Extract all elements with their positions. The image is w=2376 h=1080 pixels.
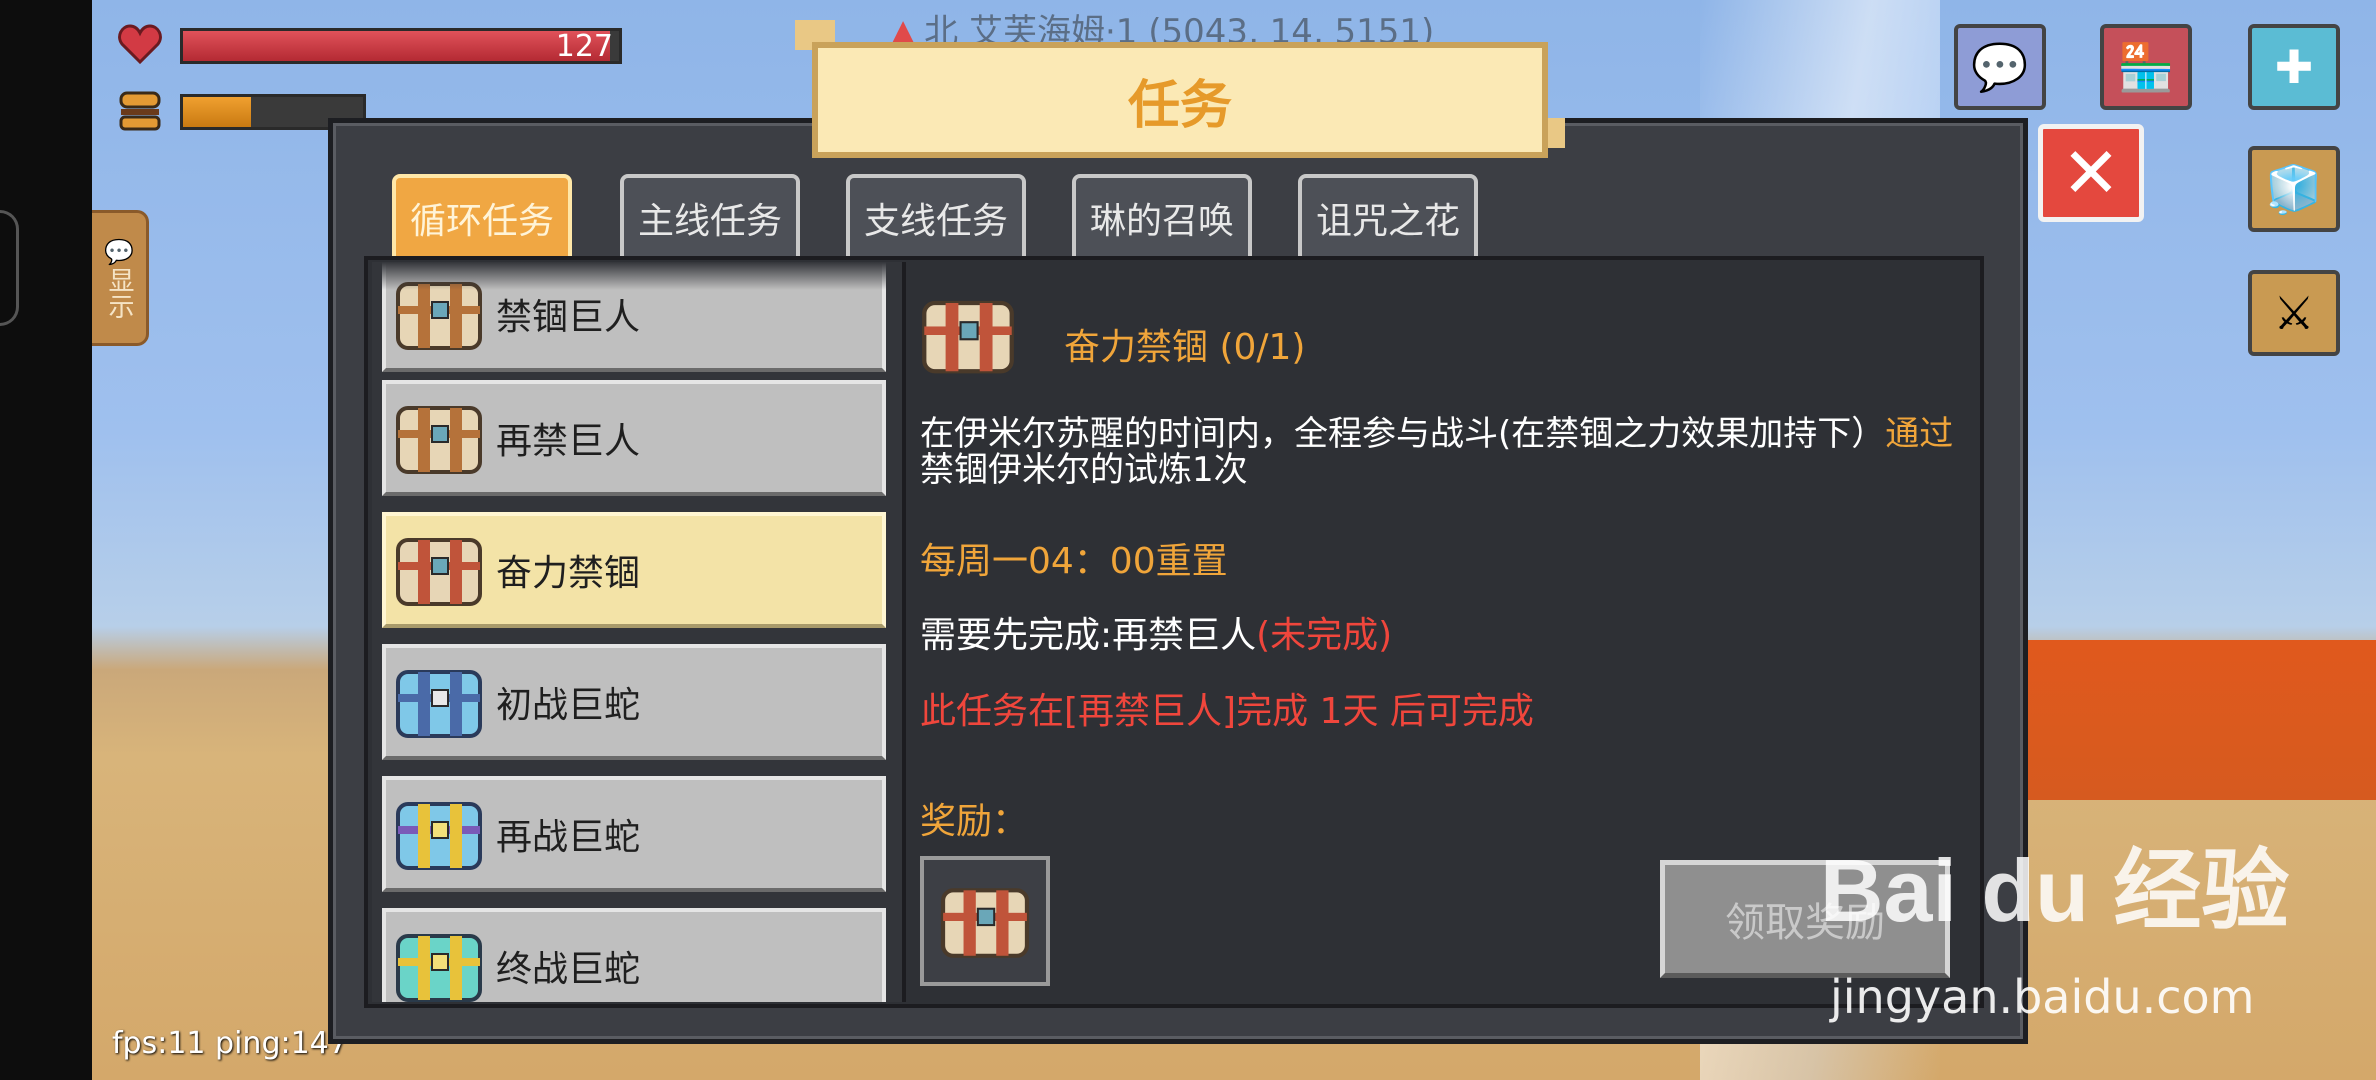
watermark-url: jingyan.baidu.com bbox=[1830, 970, 2255, 1024]
battle-button[interactable]: ⚔ bbox=[2248, 270, 2340, 356]
completion-warning: 此任务在[再禁巨人]完成 1天 后可完成 bbox=[920, 691, 1534, 732]
add-button[interactable]: ✚ bbox=[2248, 24, 2340, 110]
panel-title: 任务 bbox=[812, 42, 1548, 158]
blocks-button[interactable]: 🧊 bbox=[2248, 146, 2340, 232]
chat-button[interactable]: 💬 bbox=[1954, 24, 2046, 110]
chest-bronze-icon bbox=[396, 406, 482, 474]
quest-name: 初战巨蛇 bbox=[496, 685, 641, 726]
chest-bronze-icon bbox=[941, 888, 1029, 958]
quest-list[interactable]: 禁锢巨人 再禁巨人 奋力禁锢 初战巨蛇 再战巨蛇 终战巨蛇 bbox=[372, 262, 904, 1002]
quest-item-second-serpent[interactable]: 再战巨蛇 bbox=[382, 776, 886, 892]
plus-icon: ✚ bbox=[2274, 40, 2314, 94]
quest-name: 终战巨蛇 bbox=[496, 949, 641, 990]
crossed-swords-icon: ⚔ bbox=[2273, 286, 2315, 340]
chest-blue-gold-icon bbox=[396, 802, 482, 870]
device-edge bbox=[0, 0, 92, 1080]
close-icon: ✕ bbox=[2061, 132, 2121, 214]
watermark-logo: Bai du 经验 bbox=[1820, 841, 2290, 940]
chest-blue-icon bbox=[396, 670, 482, 738]
quest-item-reimprison-giant[interactable]: 再禁巨人 bbox=[382, 380, 886, 496]
show-toggle-button[interactable]: 💬 显示 bbox=[92, 210, 149, 346]
tab-cursed-flower[interactable]: 诅咒之花 bbox=[1298, 174, 1478, 258]
quest-item-final-serpent[interactable]: 终战巨蛇 bbox=[382, 908, 886, 1002]
cubes-icon: 🧊 bbox=[2265, 161, 2323, 216]
quest-description: 在伊米尔苏醒的时间内，全程参与战斗(在禁锢之力效果加持下）通过禁锢伊米尔的试炼1… bbox=[920, 414, 1954, 490]
prerequisite-status: (未完成) bbox=[1256, 615, 1393, 656]
tab-lin-summon[interactable]: 琳的召唤 bbox=[1072, 174, 1252, 258]
quest-item-first-serpent[interactable]: 初战巨蛇 bbox=[382, 644, 886, 760]
health-bar: 127 bbox=[180, 28, 622, 64]
tab-cyclic-quests[interactable]: 循环任务 bbox=[392, 174, 572, 258]
shop-icon: 🏪 bbox=[2117, 39, 2175, 94]
quest-title: 奋力禁锢 (0/1) bbox=[1064, 327, 1306, 368]
chest-teal-gold-icon bbox=[396, 934, 482, 1002]
tab-main-quests[interactable]: 主线任务 bbox=[620, 174, 800, 258]
show-label: 显示 bbox=[104, 267, 134, 319]
reward-slot[interactable] bbox=[920, 856, 1050, 986]
chat-bubble-icon: 💬 bbox=[104, 238, 134, 266]
heart-icon bbox=[118, 24, 162, 64]
chest-bronze-icon bbox=[922, 300, 1014, 374]
quest-name: 再禁巨人 bbox=[496, 421, 641, 462]
health-value: 127 bbox=[555, 29, 613, 64]
reset-time: 每周一04：00重置 bbox=[920, 541, 1228, 582]
fps-readout: fps:11 ping:147 bbox=[112, 1026, 348, 1061]
chat-icon: 💬 bbox=[1971, 39, 2029, 94]
close-button[interactable]: ✕ bbox=[2038, 124, 2144, 222]
quest-item-strive-imprison[interactable]: 奋力禁锢 bbox=[382, 512, 886, 628]
shop-button[interactable]: 🏪 bbox=[2100, 24, 2192, 110]
burger-icon bbox=[119, 91, 161, 131]
tab-side-quests[interactable]: 支线任务 bbox=[846, 174, 1026, 258]
quest-name: 禁锢巨人 bbox=[496, 297, 641, 338]
quest-name: 再战巨蛇 bbox=[496, 817, 641, 858]
content-divider bbox=[902, 262, 906, 1002]
reward-label: 奖励： bbox=[920, 801, 1029, 842]
list-fade bbox=[372, 262, 904, 290]
prerequisite: 需要先完成:再禁巨人(未完成) bbox=[920, 615, 1393, 656]
chest-bronze-icon bbox=[396, 538, 482, 606]
quest-name: 奋力禁锢 bbox=[496, 553, 641, 594]
